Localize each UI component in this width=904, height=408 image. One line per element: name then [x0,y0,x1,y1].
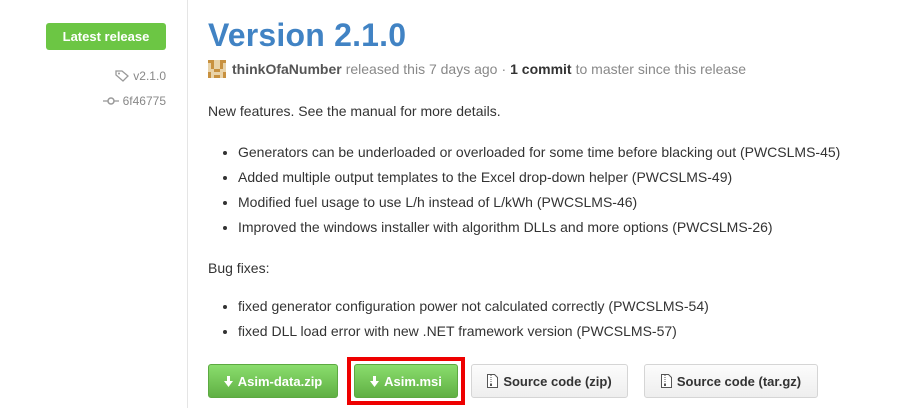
tag-label: v2.1.0 [133,69,166,83]
zip-file-icon [487,374,499,388]
zip-file-icon [660,374,672,388]
bugfix-list: fixed generator configuration power not … [220,294,709,344]
list-item: fixed DLL load error with new .NET frame… [238,319,709,344]
sidebar-divider [187,0,188,408]
download-label: Source code (tar.gz) [676,373,802,389]
download-label: Asim.msi [384,373,442,389]
avatar[interactable] [208,60,226,78]
author-link[interactable]: thinkOfaNumber [232,61,342,77]
latest-release-badge: Latest release [46,23,166,50]
download-asim-msi-button[interactable]: Asim.msi [354,364,458,398]
tag-icon [115,70,130,82]
release-main: Version 2.1.0 thinkOfaNumber released th… [208,0,888,408]
source-code-targz-button[interactable]: Source code (tar.gz) [644,364,818,398]
commit-icon [102,96,119,106]
release-title[interactable]: Version 2.1.0 [208,17,406,54]
list-item: Modified fuel usage to use L/h instead o… [238,190,840,215]
download-asim-data-zip-button[interactable]: Asim-data.zip [208,364,338,398]
release-meta: thinkOfaNumber released this 7 days ago … [208,60,750,78]
commit-sha: 6f46775 [122,94,166,108]
download-arrow-icon [223,375,233,387]
list-item: Generators can be underloaded or overloa… [238,140,840,165]
source-code-zip-button[interactable]: Source code (zip) [471,364,628,398]
meta-separator: · [501,61,507,77]
bug-fixes-heading: Bug fixes: [208,260,270,276]
download-label: Source code (zip) [503,373,612,389]
list-item: Improved the windows installer with algo… [238,215,840,240]
commits-suffix: to master since this release [575,61,746,77]
list-item: Added multiple output templates to the E… [238,165,840,190]
tag-link[interactable]: v2.1.0 [115,69,166,83]
feature-list: Generators can be underloaded or overloa… [220,140,840,240]
release-sidebar: Latest release v2.1.0 6f46775 [0,0,187,408]
download-label: Asim-data.zip [237,373,323,389]
download-arrow-icon [370,375,380,387]
released-text: released this 7 days ago [345,61,498,77]
commit-link[interactable]: 6f46775 [102,94,166,108]
release-intro: New features. See the manual for more de… [208,103,501,119]
commit-count-link[interactable]: 1 commit [510,61,571,77]
list-item: fixed generator configuration power not … [238,294,709,319]
